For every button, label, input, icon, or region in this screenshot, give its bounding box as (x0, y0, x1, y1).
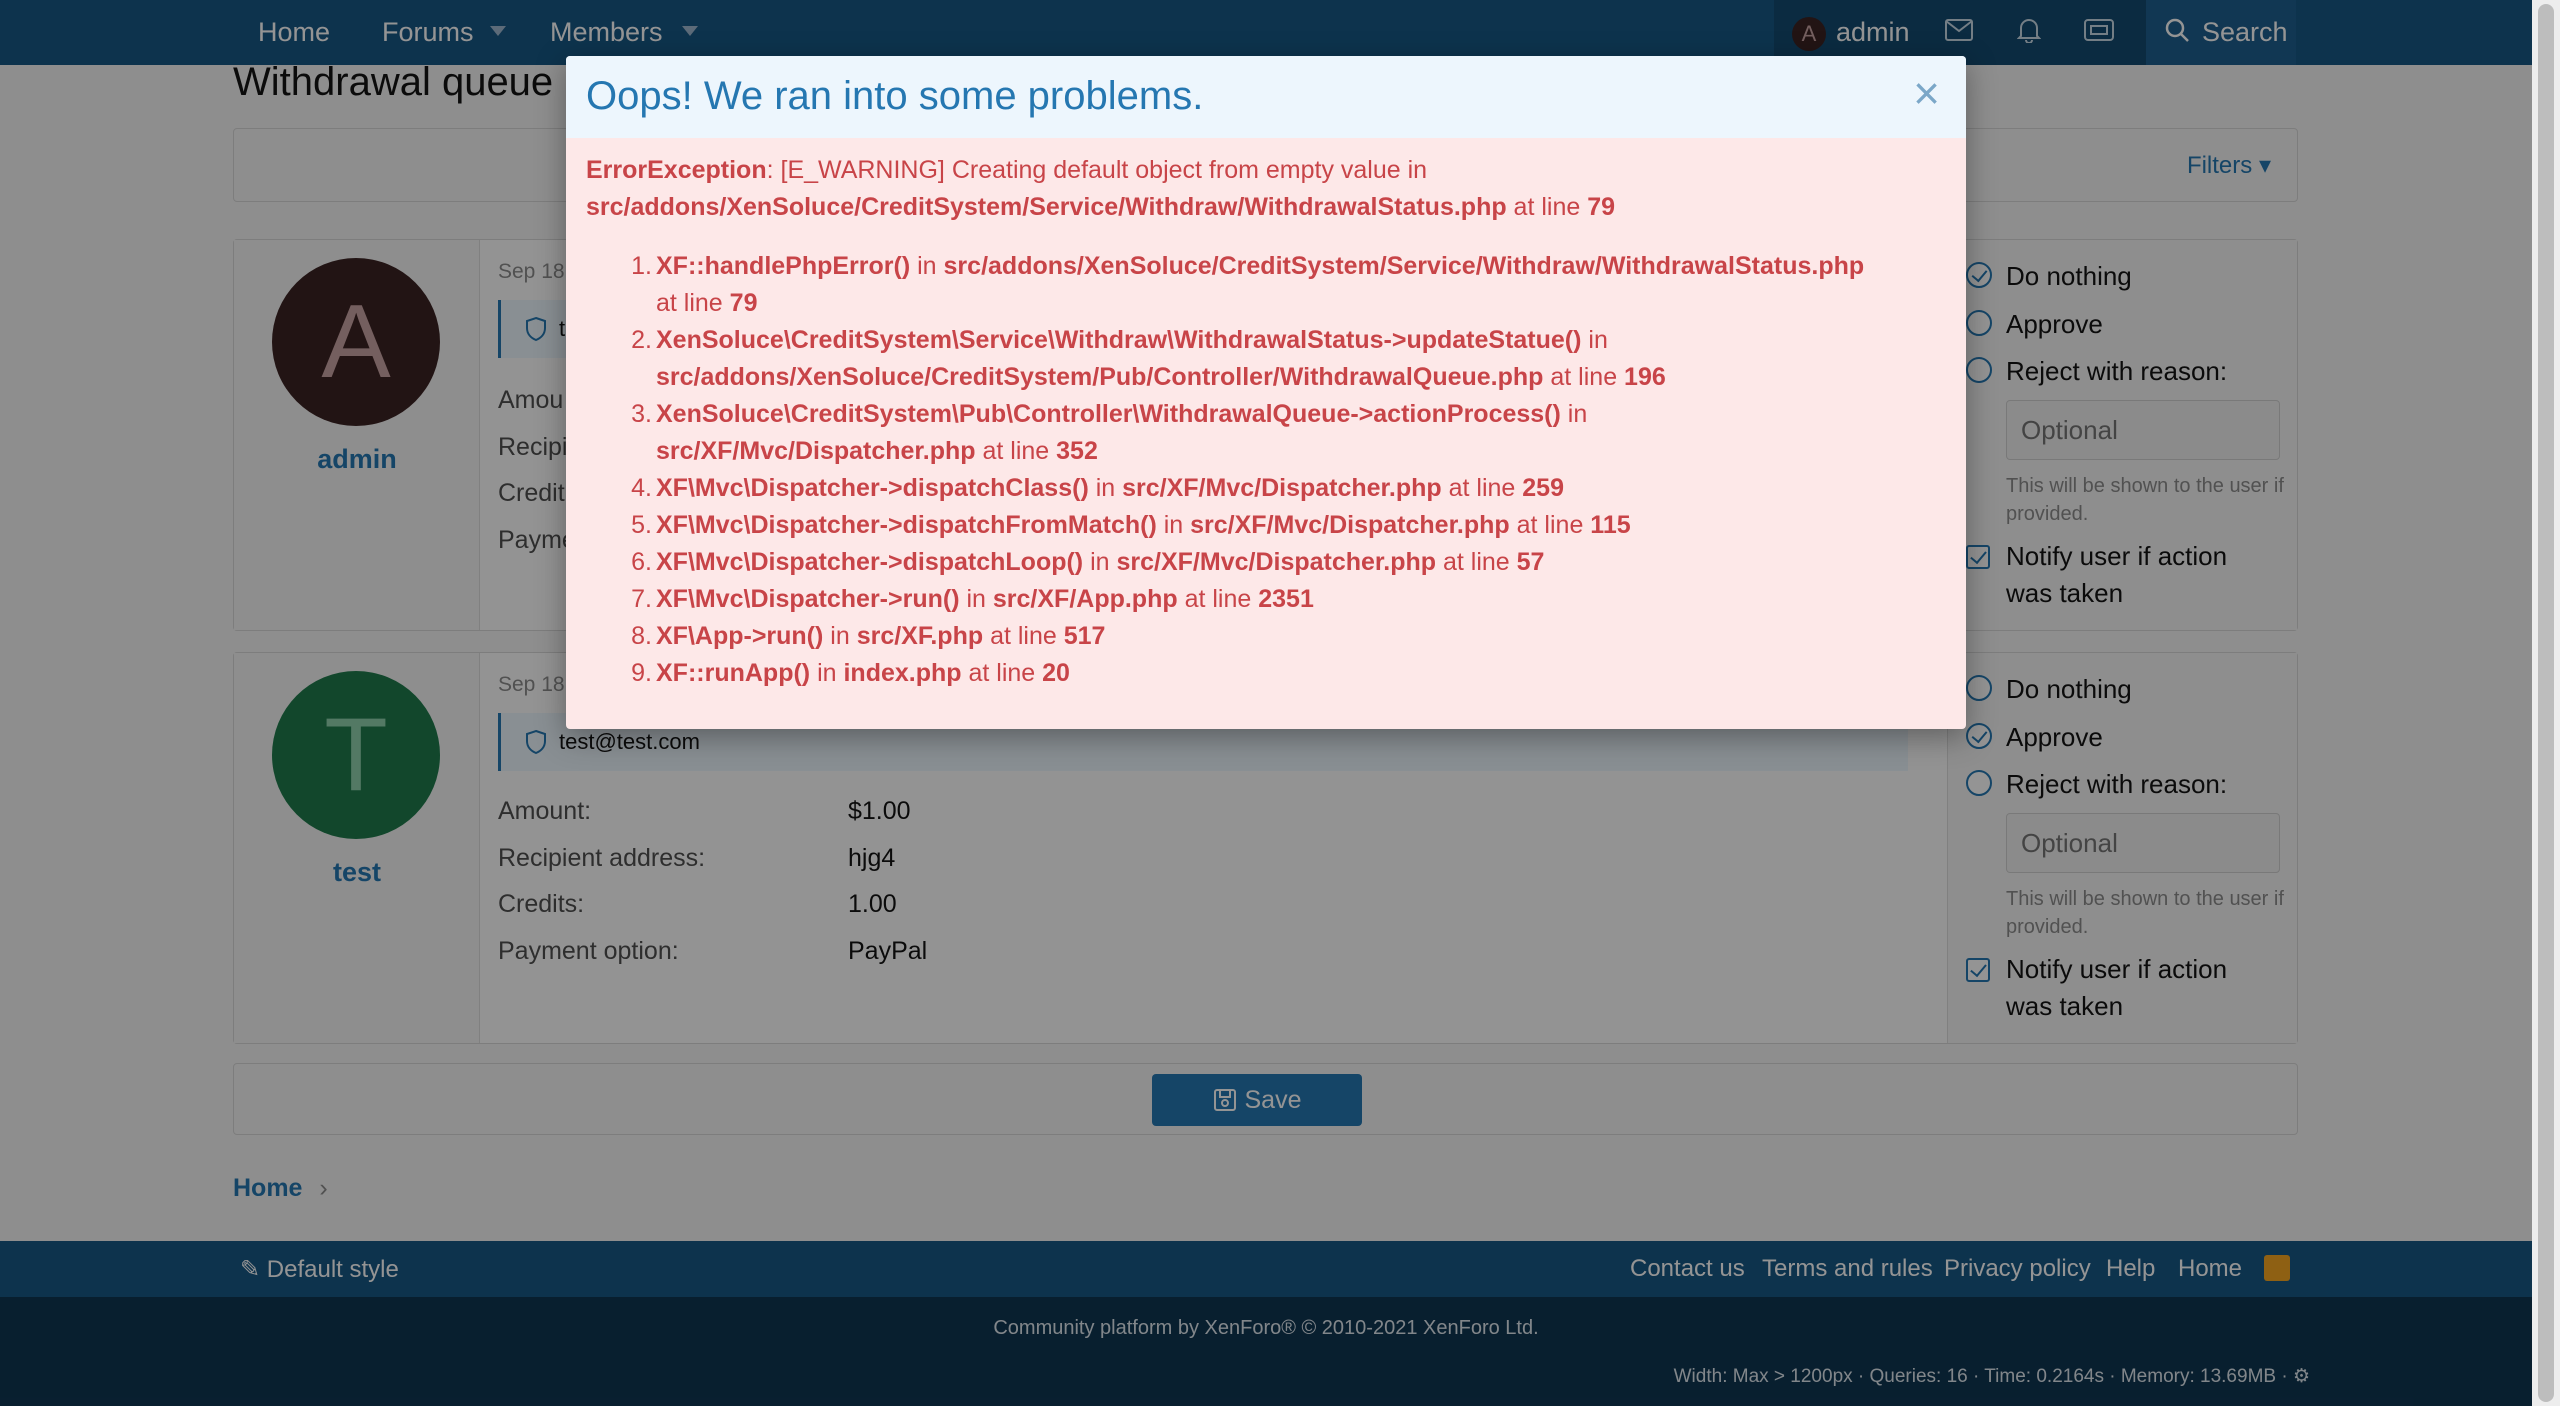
trace-in: in (1088, 474, 1123, 502)
trace-function: XF\Mvc\Dispatcher->dispatchLoop() (656, 548, 1084, 576)
trace-file: src/XF/Mvc/Dispatcher.php (1122, 474, 1442, 502)
trace-file: src/addons/XenSoluce/CreditSystem/Pub/Co… (656, 363, 1544, 391)
trace-number: 9. (631, 659, 652, 687)
trace-at: at line (983, 622, 1064, 650)
trace-function: XF::handlePhpError() (656, 252, 911, 280)
trace-line: 20 (1042, 659, 1070, 687)
trace-function: XF::runApp() (656, 659, 811, 687)
trace-in: in (823, 622, 857, 650)
trace-in: in (959, 585, 993, 613)
trace-in: in (1560, 400, 1588, 428)
trace-function: XF\Mvc\Dispatcher->run() (656, 585, 960, 613)
trace-file: src/XF/Mvc/Dispatcher.php (656, 437, 976, 465)
trace-in: in (1581, 326, 1608, 354)
error-file: src/addons/XenSoluce/CreditSystem/Servic… (586, 193, 1507, 221)
trace-at: at line (1436, 548, 1517, 576)
error-line: 79 (1587, 193, 1616, 221)
trace-line: 2351 (1258, 585, 1314, 613)
scrollbar-thumb[interactable] (2538, 4, 2554, 1402)
trace-number: 5. (631, 511, 652, 539)
trace-line: 196 (1624, 363, 1666, 391)
trace-at: at line (1441, 474, 1523, 502)
trace-number: 1. (631, 252, 652, 280)
trace-file: src/XF.php (856, 622, 984, 650)
trace-in: in (810, 659, 844, 687)
trace-number: 6. (631, 548, 652, 576)
trace-function: XF\Mvc\Dispatcher->dispatchClass() (656, 474, 1089, 502)
trace-item: 1. XF::handlePhpError() in src/addons/Xen… (586, 248, 1946, 322)
trace-number: 2. (631, 326, 652, 354)
trace-function: XenSoluce\CreditSystem\Pub\Controller\Wi… (656, 400, 1561, 428)
trace-function: XenSoluce\CreditSystem\Service\Withdraw\… (656, 326, 1582, 354)
stack-trace: 1. XF::handlePhpError() in src/addons/Xen… (586, 248, 1946, 692)
trace-function: XF\App->run() (656, 622, 824, 650)
trace-number: 8. (631, 622, 652, 650)
trace-at: at line (1177, 585, 1259, 613)
trace-line: 57 (1516, 548, 1545, 576)
trace-at: at line (975, 437, 1057, 465)
error-message: ErrorException: [E_WARNING] Creating def… (586, 152, 1946, 226)
trace-number: 4. (631, 474, 652, 502)
scrollbar[interactable] (2532, 0, 2560, 1406)
trace-line: 517 (1063, 622, 1106, 650)
error-type: ErrorException (586, 156, 767, 184)
error-at: at line (1506, 193, 1588, 221)
trace-in: in (1083, 548, 1117, 576)
trace-line: 115 (1590, 511, 1631, 539)
modal-title: Oops! We ran into some problems. (586, 74, 1204, 118)
trace-item: 8. XF\App->run() in src/XF.php at line 51… (586, 618, 1946, 655)
trace-in: in (910, 252, 944, 280)
trace-item: 6. XF\Mvc\Dispatcher->dispatchLoop() in s… (586, 544, 1946, 581)
trace-at: at line (1509, 511, 1591, 539)
trace-item: 2. XenSoluce\CreditSystem\Service\Withdra… (586, 322, 1946, 396)
error-text: : [E_WARNING] Creating default object fr… (766, 156, 1428, 184)
trace-line: 352 (1056, 437, 1098, 465)
trace-item: 9. XF::runApp() in index.php at line 20 (586, 655, 1946, 692)
trace-function: XF\Mvc\Dispatcher->dispatchFromMatch() (656, 511, 1157, 539)
trace-file: src/XF/Mvc/Dispatcher.php (1190, 511, 1510, 539)
trace-file: src/addons/XenSoluce/CreditSystem/Servic… (943, 252, 1865, 280)
trace-item: 5. XF\Mvc\Dispatcher->dispatchFromMatch()… (586, 507, 1946, 544)
trace-line: 79 (729, 289, 758, 317)
trace-file: src/XF/Mvc/Dispatcher.php (1116, 548, 1437, 576)
trace-at: at line (1543, 363, 1625, 391)
trace-in: in (1156, 511, 1191, 539)
error-modal: Oops! We ran into some problems. × Error… (566, 56, 1966, 729)
close-icon[interactable]: × (1913, 70, 1940, 116)
trace-at: at line (656, 289, 730, 317)
trace-item: 4. XF\Mvc\Dispatcher->dispatchClass() in … (586, 470, 1946, 507)
trace-file: index.php (843, 659, 962, 687)
trace-at: at line (961, 659, 1043, 687)
modal-header: Oops! We ran into some problems. × (566, 56, 1966, 138)
trace-item: 3. XenSoluce\CreditSystem\Pub\Controller\… (586, 396, 1946, 470)
trace-number: 3. (631, 400, 652, 428)
trace-file: src/XF/App.php (992, 585, 1178, 613)
trace-line: 259 (1522, 474, 1564, 502)
trace-number: 7. (631, 585, 652, 613)
trace-item: 7. XF\Mvc\Dispatcher->run() in src/XF/App… (586, 581, 1946, 618)
